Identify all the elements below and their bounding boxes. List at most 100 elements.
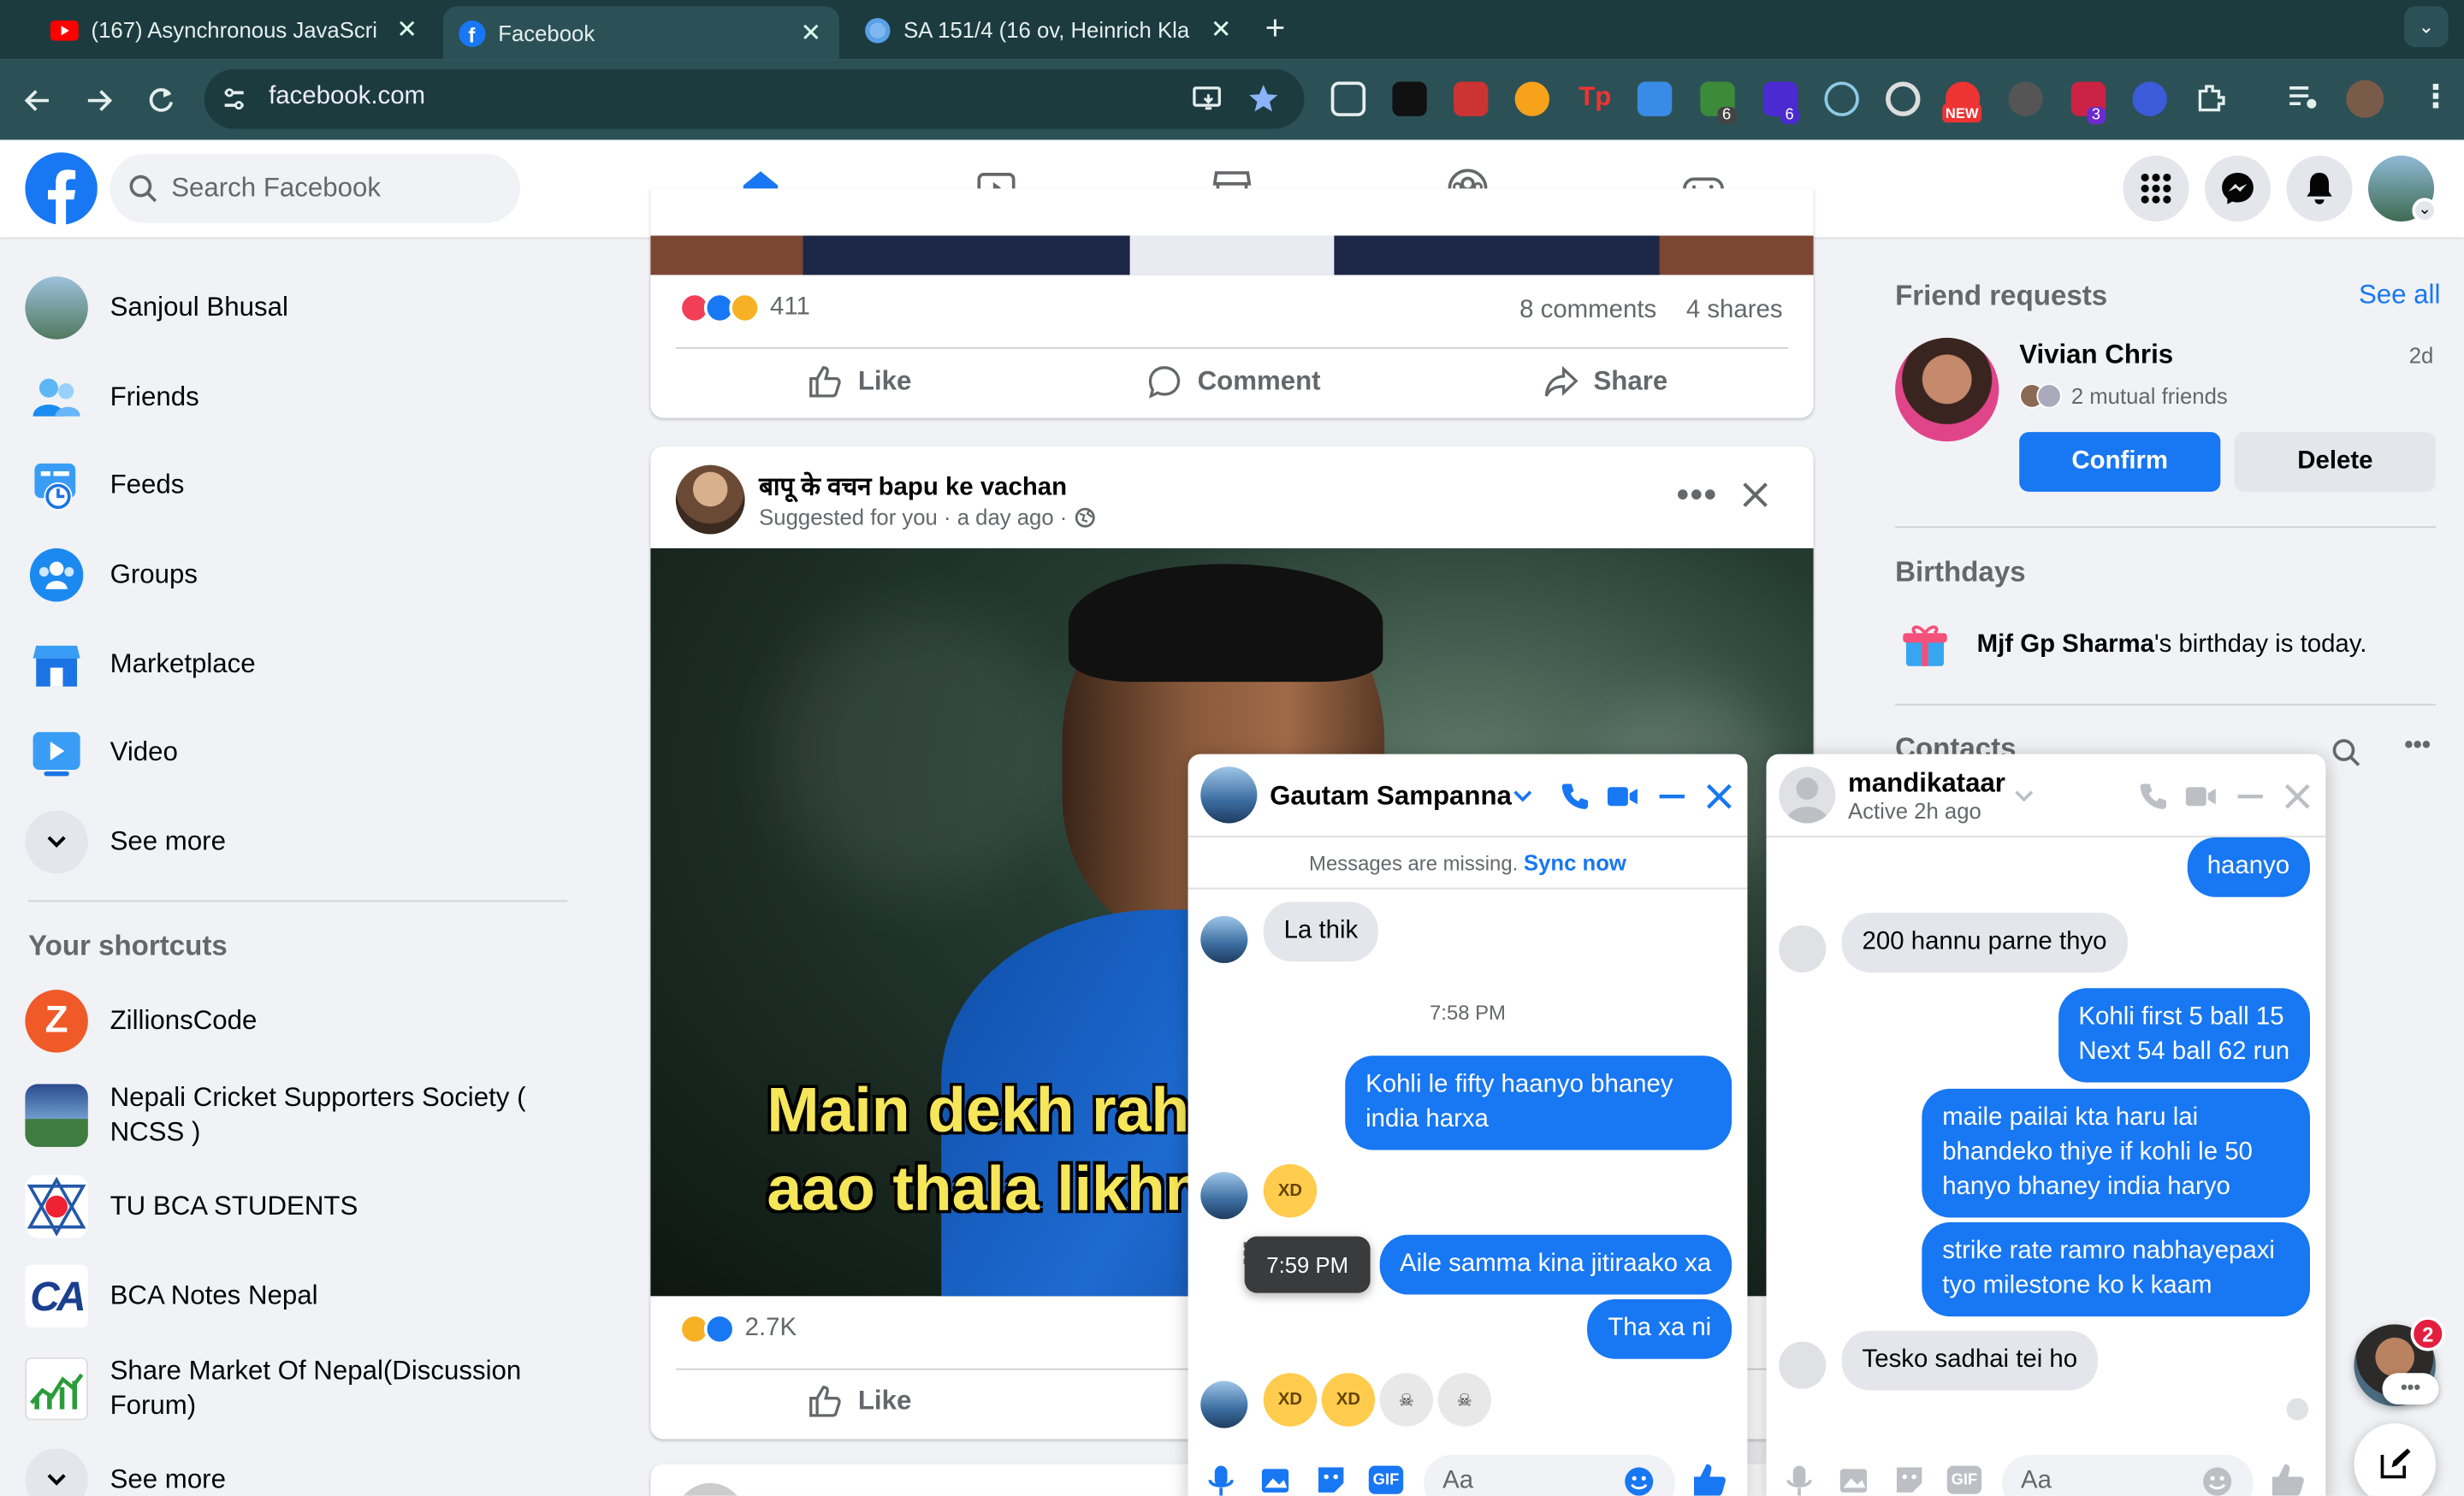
microphone-icon[interactable]: [1786, 1464, 1814, 1496]
browser-tab[interactable]: SA 151/4 (16 ov, Heinrich Kla ✕: [849, 6, 1249, 53]
like-button[interactable]: Like: [808, 1384, 911, 1418]
close-tab-icon[interactable]: ✕: [798, 17, 823, 49]
message-input[interactable]: Aa: [1424, 1454, 1675, 1496]
more-options-icon[interactable]: •••: [1677, 475, 1718, 516]
address-bar[interactable]: facebook.com: [204, 68, 1305, 129]
facebook-logo[interactable]: [25, 152, 98, 225]
reaction-summary[interactable]: 2.7K: [678, 1313, 797, 1345]
comment-button[interactable]: Comment: [1147, 364, 1321, 399]
mutual-friends[interactable]: 2 mutual friends: [2019, 383, 2228, 409]
microphone-icon[interactable]: [1207, 1464, 1235, 1496]
message-incoming[interactable]: La thik: [1263, 902, 1379, 962]
ext-icon[interactable]: [2132, 81, 2167, 116]
photo-icon[interactable]: [1260, 1464, 1294, 1496]
ext-icon[interactable]: [1392, 81, 1427, 116]
message-outgoing[interactable]: maile pailai kta haru lai bhandeko thiye…: [1922, 1088, 2311, 1218]
shortcut-item[interactable]: Nepali Cricket Supporters Society ( NCSS…: [25, 1081, 549, 1150]
media-control-icon[interactable]: [2286, 82, 2320, 114]
chat-contact-name[interactable]: mandikataar: [1848, 768, 2005, 800]
search-icon[interactable]: [2332, 738, 2360, 766]
laughing-emoji[interactable]: XD: [1263, 1373, 1318, 1427]
requester-name[interactable]: Vivian Chris: [2019, 340, 2173, 371]
chat-avatar[interactable]: [1200, 766, 1258, 824]
close-icon[interactable]: [2282, 781, 2313, 813]
message-outgoing[interactable]: Kohli first 5 ball 15 Next 54 ball 62 ru…: [2058, 988, 2311, 1083]
delete-button[interactable]: Delete: [2234, 432, 2436, 492]
ext-target-icon[interactable]: [1886, 81, 1921, 116]
share-button[interactable]: Share: [1543, 364, 1667, 399]
gif-icon[interactable]: GIF: [1368, 1465, 1404, 1494]
chevron-down-icon[interactable]: [2013, 785, 2035, 807]
browser-menu-icon[interactable]: ⋮: [2420, 77, 2452, 116]
picture-in-picture-ext-icon[interactable]: [1330, 81, 1366, 116]
sidebar-item-feeds[interactable]: Feeds: [25, 454, 184, 517]
close-icon[interactable]: [1741, 481, 1769, 509]
browser-tab-active[interactable]: f Facebook ✕: [442, 6, 839, 60]
new-message-button[interactable]: [2354, 1423, 2436, 1496]
site-info-icon[interactable]: [220, 85, 248, 113]
chat-contact-name[interactable]: Gautam Sampanna: [1270, 781, 1512, 813]
shortcut-item[interactable]: Z ZillionsCode: [25, 990, 257, 1053]
sidebar-item-groups[interactable]: Groups: [25, 544, 198, 606]
see-all-link[interactable]: See all: [2359, 280, 2440, 311]
page-avatar[interactable]: [675, 464, 745, 535]
ext-icon[interactable]: [1637, 81, 1673, 116]
close-tab-icon[interactable]: ✕: [394, 15, 419, 46]
message-incoming[interactable]: Tesko sadhai tei ho: [1841, 1330, 2099, 1391]
reaction-summary[interactable]: 411: [678, 292, 810, 324]
photo-icon[interactable]: [1839, 1464, 1873, 1496]
thumbs-up-send-icon[interactable]: [1691, 1461, 1728, 1496]
skull-emoji[interactable]: ☠: [1437, 1373, 1492, 1427]
message-outgoing[interactable]: haanyo: [2186, 837, 2311, 897]
skull-emoji[interactable]: ☠: [1379, 1373, 1434, 1427]
message-outgoing[interactable]: Kohli le fifty haanyo bhaney india harxa: [1345, 1055, 1732, 1150]
confirm-button[interactable]: Confirm: [2019, 432, 2221, 492]
phone-icon[interactable]: [2137, 781, 2169, 813]
sidebar-item-marketplace[interactable]: Marketplace: [25, 633, 256, 695]
menu-button[interactable]: [2123, 155, 2189, 222]
thumbs-up-send-icon[interactable]: [2269, 1461, 2307, 1496]
laughing-emoji[interactable]: XD: [1321, 1373, 1376, 1427]
message-input[interactable]: Aa: [2002, 1454, 2254, 1496]
forward-icon[interactable]: [83, 85, 115, 116]
bookmark-star-icon[interactable]: [1247, 82, 1281, 116]
ext-icon[interactable]: [1453, 81, 1489, 116]
shares-count[interactable]: 4 shares: [1686, 297, 1783, 325]
sticker-icon[interactable]: [1893, 1464, 1928, 1496]
sync-now-link[interactable]: Sync now: [1524, 850, 1626, 875]
message-outgoing[interactable]: strike rate ramro nabhayepaxi tyo milest…: [1922, 1221, 2311, 1317]
post-author[interactable]: बापू के वचन bapu ke vachan: [759, 468, 1067, 502]
shortcut-item[interactable]: CA BCA Notes Nepal: [25, 1264, 318, 1328]
chevron-down-icon[interactable]: [1512, 785, 1534, 807]
comments-count[interactable]: 8 comments: [1519, 297, 1656, 325]
shortcut-item[interactable]: Share Market Of Nepal(Discussion Forum): [25, 1354, 549, 1423]
minimize-icon[interactable]: [2235, 781, 2266, 813]
extensions-puzzle-icon[interactable]: [2194, 80, 2228, 115]
search-box[interactable]: Search Facebook: [110, 154, 520, 223]
sidebar-see-more-shortcuts[interactable]: See more: [25, 1448, 226, 1496]
notifications-button[interactable]: [2286, 155, 2353, 222]
back-icon[interactable]: [22, 85, 54, 116]
more-options-icon[interactable]: •••: [2404, 732, 2431, 760]
ext-home-icon[interactable]: [1514, 81, 1550, 116]
birthday-name[interactable]: Mjf Gp Sharma: [1977, 631, 2154, 658]
search-input[interactable]: Search Facebook: [171, 173, 381, 204]
video-call-icon[interactable]: [2184, 783, 2218, 811]
sidebar-item-profile[interactable]: Sanjoul Bhusal: [25, 276, 288, 340]
message-outgoing[interactable]: Aile samma kina jitiraako xa: [1379, 1234, 1732, 1295]
browser-tab[interactable]: (167) Asynchronous JavaScri ✕: [34, 6, 435, 53]
minimize-icon[interactable]: [1656, 781, 1688, 813]
sidebar-item-friends[interactable]: Friends: [25, 366, 199, 429]
profile-avatar[interactable]: [2346, 80, 2384, 118]
emoji-icon[interactable]: [2201, 1466, 2233, 1496]
ext-tp-icon[interactable]: Tp: [1578, 82, 1612, 116]
phone-icon[interactable]: [1559, 781, 1590, 813]
sticker-icon[interactable]: [1315, 1464, 1349, 1496]
sidebar-see-more[interactable]: See more: [25, 810, 226, 874]
ext-react-icon[interactable]: [1824, 81, 1859, 116]
reload-icon[interactable]: [146, 85, 178, 116]
close-icon[interactable]: [1703, 781, 1735, 813]
laughing-emoji[interactable]: XD: [1263, 1164, 1318, 1218]
shortcut-item[interactable]: TU BCA STUDENTS: [25, 1174, 358, 1239]
install-app-icon[interactable]: [1191, 83, 1225, 115]
